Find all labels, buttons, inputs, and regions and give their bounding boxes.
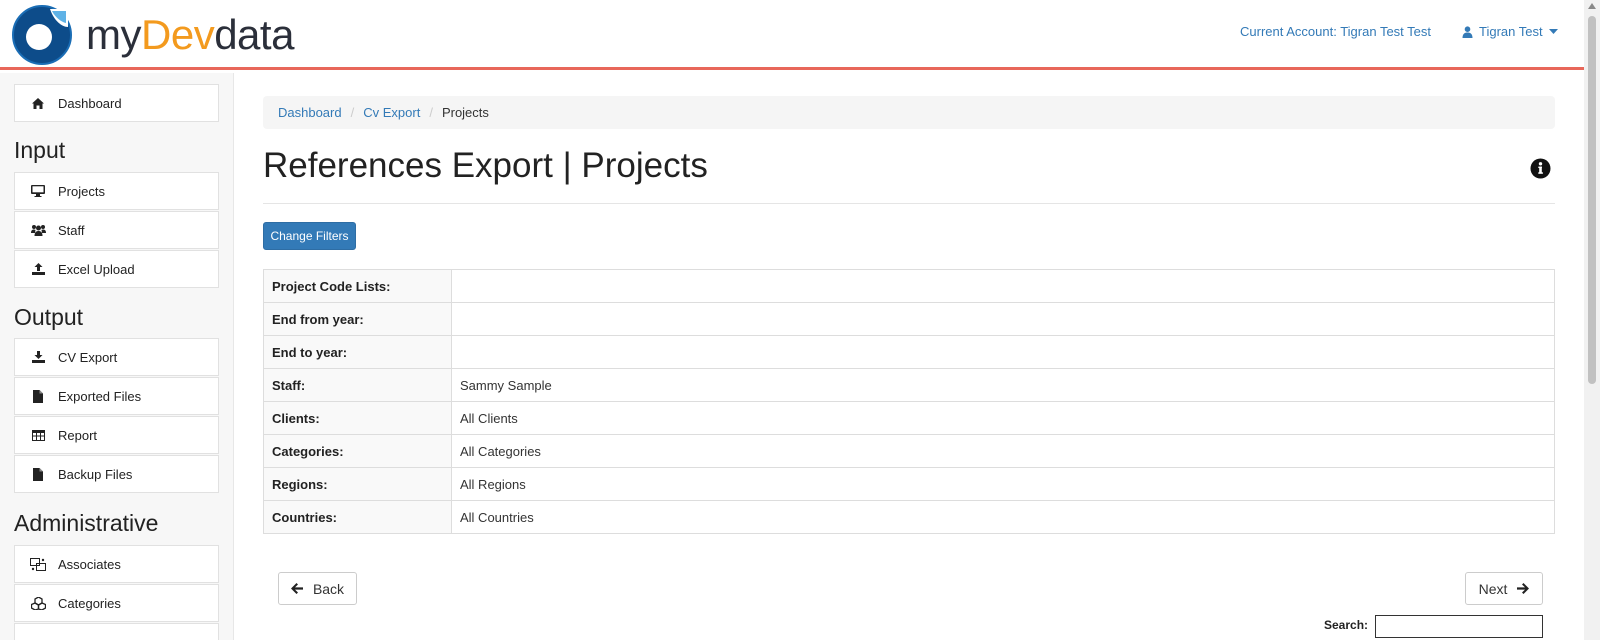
scroll-thumb[interactable] (1588, 16, 1596, 384)
sidebar-item-backup-files[interactable]: Backup Files (14, 455, 219, 493)
breadcrumb-link-cv-export[interactable]: Cv Export (363, 105, 420, 120)
filter-label: Clients: (263, 401, 452, 435)
table-row: Countries: All Countries (263, 500, 1555, 534)
sidebar-item-categories[interactable]: Categories (14, 584, 219, 622)
filter-value (451, 269, 1555, 303)
scroll-up-arrow-icon[interactable] (1588, 3, 1596, 9)
sidebar-item-label: Exported Files (58, 388, 142, 404)
filter-value: All Countries (451, 500, 1555, 534)
back-button-label: Back (312, 580, 345, 597)
filter-value: All Categories (451, 434, 1555, 468)
title-divider (263, 203, 1555, 204)
sidebar-item-label: Report (58, 427, 98, 443)
info-circle-icon[interactable] (1530, 158, 1551, 179)
breadcrumb: Dashboard / Cv Export / Projects (263, 96, 1555, 129)
brand-logo[interactable]: myDevdata (12, 5, 294, 65)
sidebar-item-label: CV Export (58, 349, 118, 365)
table-row: Categories: All Categories (263, 434, 1555, 468)
file-icon (30, 388, 46, 404)
search-input[interactable] (1375, 615, 1543, 638)
logo-my: my (86, 11, 142, 58)
caret-down-icon (1548, 28, 1558, 35)
current-account-label[interactable]: Current Account: Tigran Test Test (1240, 24, 1431, 39)
sidebar-item-label: Excel Upload (58, 261, 135, 277)
filter-value: Sammy Sample (451, 368, 1555, 402)
sidebar-item-exported-files[interactable]: Exported Files (14, 377, 219, 415)
sidebar-item-staff[interactable]: Staff (14, 211, 219, 249)
sidebar-item-label: Dashboard (58, 95, 122, 111)
logo-data: data (214, 11, 294, 58)
next-button[interactable]: Next (1465, 572, 1543, 605)
sidebar-item-label: Staff (58, 222, 85, 238)
sidebar-item-report[interactable]: Report (14, 416, 219, 454)
filter-label: Staff: (263, 368, 452, 402)
filter-label: End to year: (263, 335, 452, 369)
filter-label: Categories: (263, 434, 452, 468)
breadcrumb-link-dashboard[interactable]: Dashboard (278, 105, 342, 120)
sidebar-heading-output: Output (14, 304, 84, 330)
change-filters-button[interactable]: Change Filters (263, 222, 356, 250)
sidebar-item-excel-upload[interactable]: Excel Upload (14, 250, 219, 288)
filter-value: All Regions (451, 467, 1555, 501)
logo-dev: Dev (141, 11, 215, 58)
cubes-icon (30, 595, 46, 611)
breadcrumb-current: Projects (441, 105, 489, 120)
next-button-label: Next (1478, 580, 1508, 597)
sidebar-item-partial[interactable] (14, 623, 219, 640)
sidebar-item-cv-export[interactable]: CV Export (14, 338, 219, 376)
sidebar-heading-administrative: Administrative (14, 510, 159, 536)
page-scrollbar[interactable] (1584, 0, 1600, 640)
search-label: Search: (1324, 618, 1369, 632)
logo-wordmark: myDevdata (86, 14, 294, 56)
page-title: References Export | Projects (263, 146, 708, 185)
table-row: Project Code Lists: (263, 269, 1555, 303)
table-row: End from year: (263, 302, 1555, 336)
filter-value: All Clients (451, 401, 1555, 435)
sidebar-item-label: Backup Files (58, 466, 133, 482)
user-icon (1462, 25, 1473, 38)
logo-icon (12, 5, 72, 65)
breadcrumb-separator: / (429, 105, 433, 120)
filter-label: Countries: (263, 500, 452, 534)
table-row: End to year: (263, 335, 1555, 369)
user-menu-dropdown[interactable]: Tigran Test (1462, 24, 1558, 39)
arrow-left-icon (290, 581, 303, 597)
file-icon (30, 466, 46, 482)
filter-label: End from year: (263, 302, 452, 336)
table-icon (30, 427, 46, 443)
back-button[interactable]: Back (278, 572, 357, 605)
table-row: Clients: All Clients (263, 401, 1555, 435)
download-icon (30, 349, 46, 365)
sidebar-item-label: Associates (58, 556, 121, 572)
home-icon (30, 95, 46, 111)
sidebar: Dashboard Input Projects Staff Excel Upl… (0, 73, 234, 640)
top-header: myDevdata Current Account: Tigran Test T… (0, 0, 1584, 70)
arrow-right-icon (1517, 581, 1530, 597)
sidebar-item-label: Categories (58, 595, 121, 611)
users-icon (30, 222, 46, 238)
upload-icon (30, 261, 46, 277)
sidebar-item-label: Projects (58, 183, 105, 199)
table-row: Staff: Sammy Sample (263, 368, 1555, 402)
filters-summary-table: Project Code Lists: End from year: End t… (263, 269, 1555, 534)
sidebar-item-associates[interactable]: Associates (14, 545, 219, 583)
filter-value (451, 335, 1555, 369)
associates-icon (30, 556, 46, 572)
sidebar-item-projects[interactable]: Projects (14, 172, 219, 210)
user-name: Tigran Test (1479, 24, 1543, 39)
filter-value (451, 302, 1555, 336)
desktop-icon (30, 183, 46, 199)
sidebar-item-dashboard[interactable]: Dashboard (14, 84, 219, 122)
filter-label: Project Code Lists: (263, 269, 452, 303)
sidebar-heading-input: Input (14, 137, 66, 163)
filter-label: Regions: (263, 467, 452, 501)
breadcrumb-separator: / (350, 105, 355, 120)
table-row: Regions: All Regions (263, 467, 1555, 501)
